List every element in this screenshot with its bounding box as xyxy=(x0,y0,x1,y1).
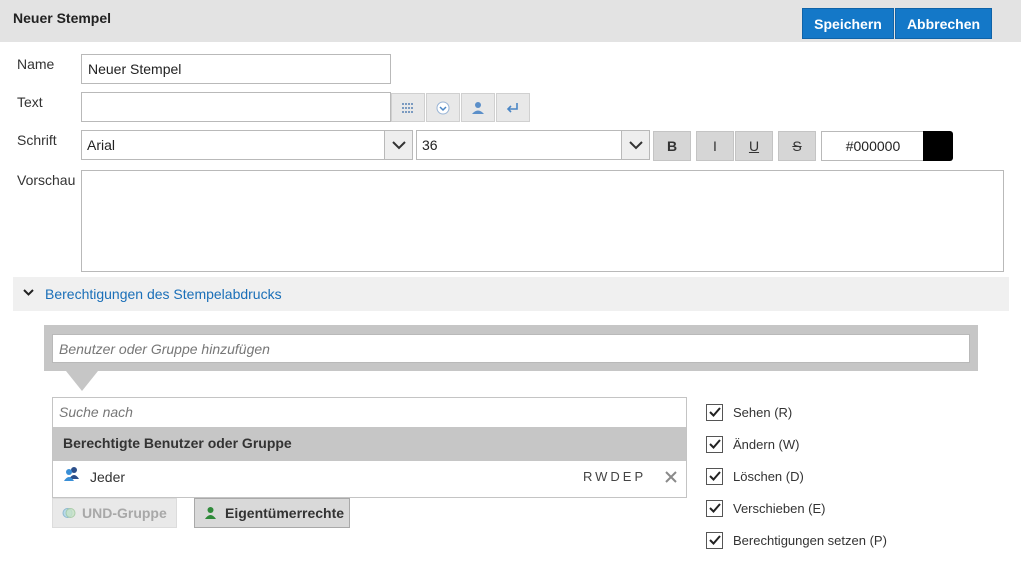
owner-rights-label: Eigentümerrechte xyxy=(225,505,345,521)
close-icon[interactable] xyxy=(664,470,678,487)
chevron-down-icon xyxy=(621,131,649,159)
color-swatch[interactable] xyxy=(923,131,953,161)
checkbox-set-permissions[interactable]: Berechtigungen setzen (P) xyxy=(706,530,887,550)
table-row[interactable]: Jeder RWDEP xyxy=(53,461,686,497)
and-group-label: UND-Gruppe xyxy=(82,505,167,521)
checkmark-icon[interactable] xyxy=(706,499,723,517)
and-group-icon xyxy=(62,506,76,520)
text-label: Text xyxy=(17,94,43,110)
enter-arrow-icon[interactable] xyxy=(496,93,530,122)
checkbox-label: Berechtigungen setzen (P) xyxy=(733,532,887,548)
name-label: Name xyxy=(17,56,55,72)
bold-button[interactable]: B xyxy=(653,131,691,161)
owner-rights-button[interactable]: Eigentümerrechte xyxy=(194,498,350,528)
permissions-section-title: Berechtigungen des Stempelabdrucks xyxy=(45,286,282,302)
add-user-input[interactable]: Benutzer oder Gruppe hinzufügen xyxy=(52,334,970,363)
italic-button[interactable]: I xyxy=(696,131,734,161)
row-permissions: RWDEP xyxy=(583,469,647,484)
pointer-arrow xyxy=(66,371,98,391)
user-icon[interactable] xyxy=(461,93,495,122)
list-header: Berechtigte Benutzer oder Gruppe xyxy=(53,427,686,461)
font-family-select[interactable]: Arial xyxy=(81,130,413,160)
users-group-icon xyxy=(63,466,81,485)
font-size-select[interactable]: 36 xyxy=(416,130,650,160)
search-input[interactable]: Suche nach xyxy=(53,398,686,427)
chevron-circle-icon[interactable] xyxy=(426,93,460,122)
checkmark-icon[interactable] xyxy=(706,435,723,453)
underline-button[interactable]: U xyxy=(735,131,773,161)
cancel-button[interactable]: Abbrechen xyxy=(895,8,992,39)
font-label: Schrift xyxy=(17,132,57,148)
preview-area xyxy=(81,170,1004,272)
checkbox-write[interactable]: Ändern (W) xyxy=(706,434,799,454)
preview-label: Vorschau xyxy=(17,172,76,188)
font-family-value: Arial xyxy=(87,137,116,153)
text-input[interactable] xyxy=(81,92,391,122)
save-button[interactable]: Speichern xyxy=(802,8,894,39)
checkbox-label: Verschieben (E) xyxy=(733,500,826,516)
owner-icon xyxy=(204,506,217,520)
strikethrough-button[interactable]: S xyxy=(778,131,816,161)
checkmark-icon[interactable] xyxy=(706,403,723,421)
font-size-value: 36 xyxy=(422,137,438,153)
keypad-icon[interactable] xyxy=(391,93,425,122)
chevron-down-icon xyxy=(22,286,35,302)
name-input[interactable]: Neuer Stempel xyxy=(81,54,391,84)
header-bar: Neuer Stempel Speichern Abbrechen xyxy=(0,0,1021,42)
checkmark-icon[interactable] xyxy=(706,531,723,549)
checkbox-move[interactable]: Verschieben (E) xyxy=(706,498,826,518)
chevron-down-icon xyxy=(384,131,412,159)
permission-list: Suche nach Berechtigte Benutzer oder Gru… xyxy=(52,397,687,498)
and-group-button[interactable]: UND-Gruppe xyxy=(52,498,177,528)
checkmark-icon[interactable] xyxy=(706,467,723,485)
permissions-section-header[interactable]: Berechtigungen des Stempelabdrucks xyxy=(13,277,1009,311)
checkbox-label: Ändern (W) xyxy=(733,436,800,452)
color-input[interactable]: #000000 xyxy=(821,131,925,161)
checkbox-label: Löschen (D) xyxy=(733,468,804,484)
row-user-name: Jeder xyxy=(90,469,126,485)
checkbox-read[interactable]: Sehen (R) xyxy=(706,402,792,422)
checkbox-label: Sehen (R) xyxy=(733,404,793,420)
page-title: Neuer Stempel xyxy=(13,10,112,26)
checkbox-delete[interactable]: Löschen (D) xyxy=(706,466,804,486)
